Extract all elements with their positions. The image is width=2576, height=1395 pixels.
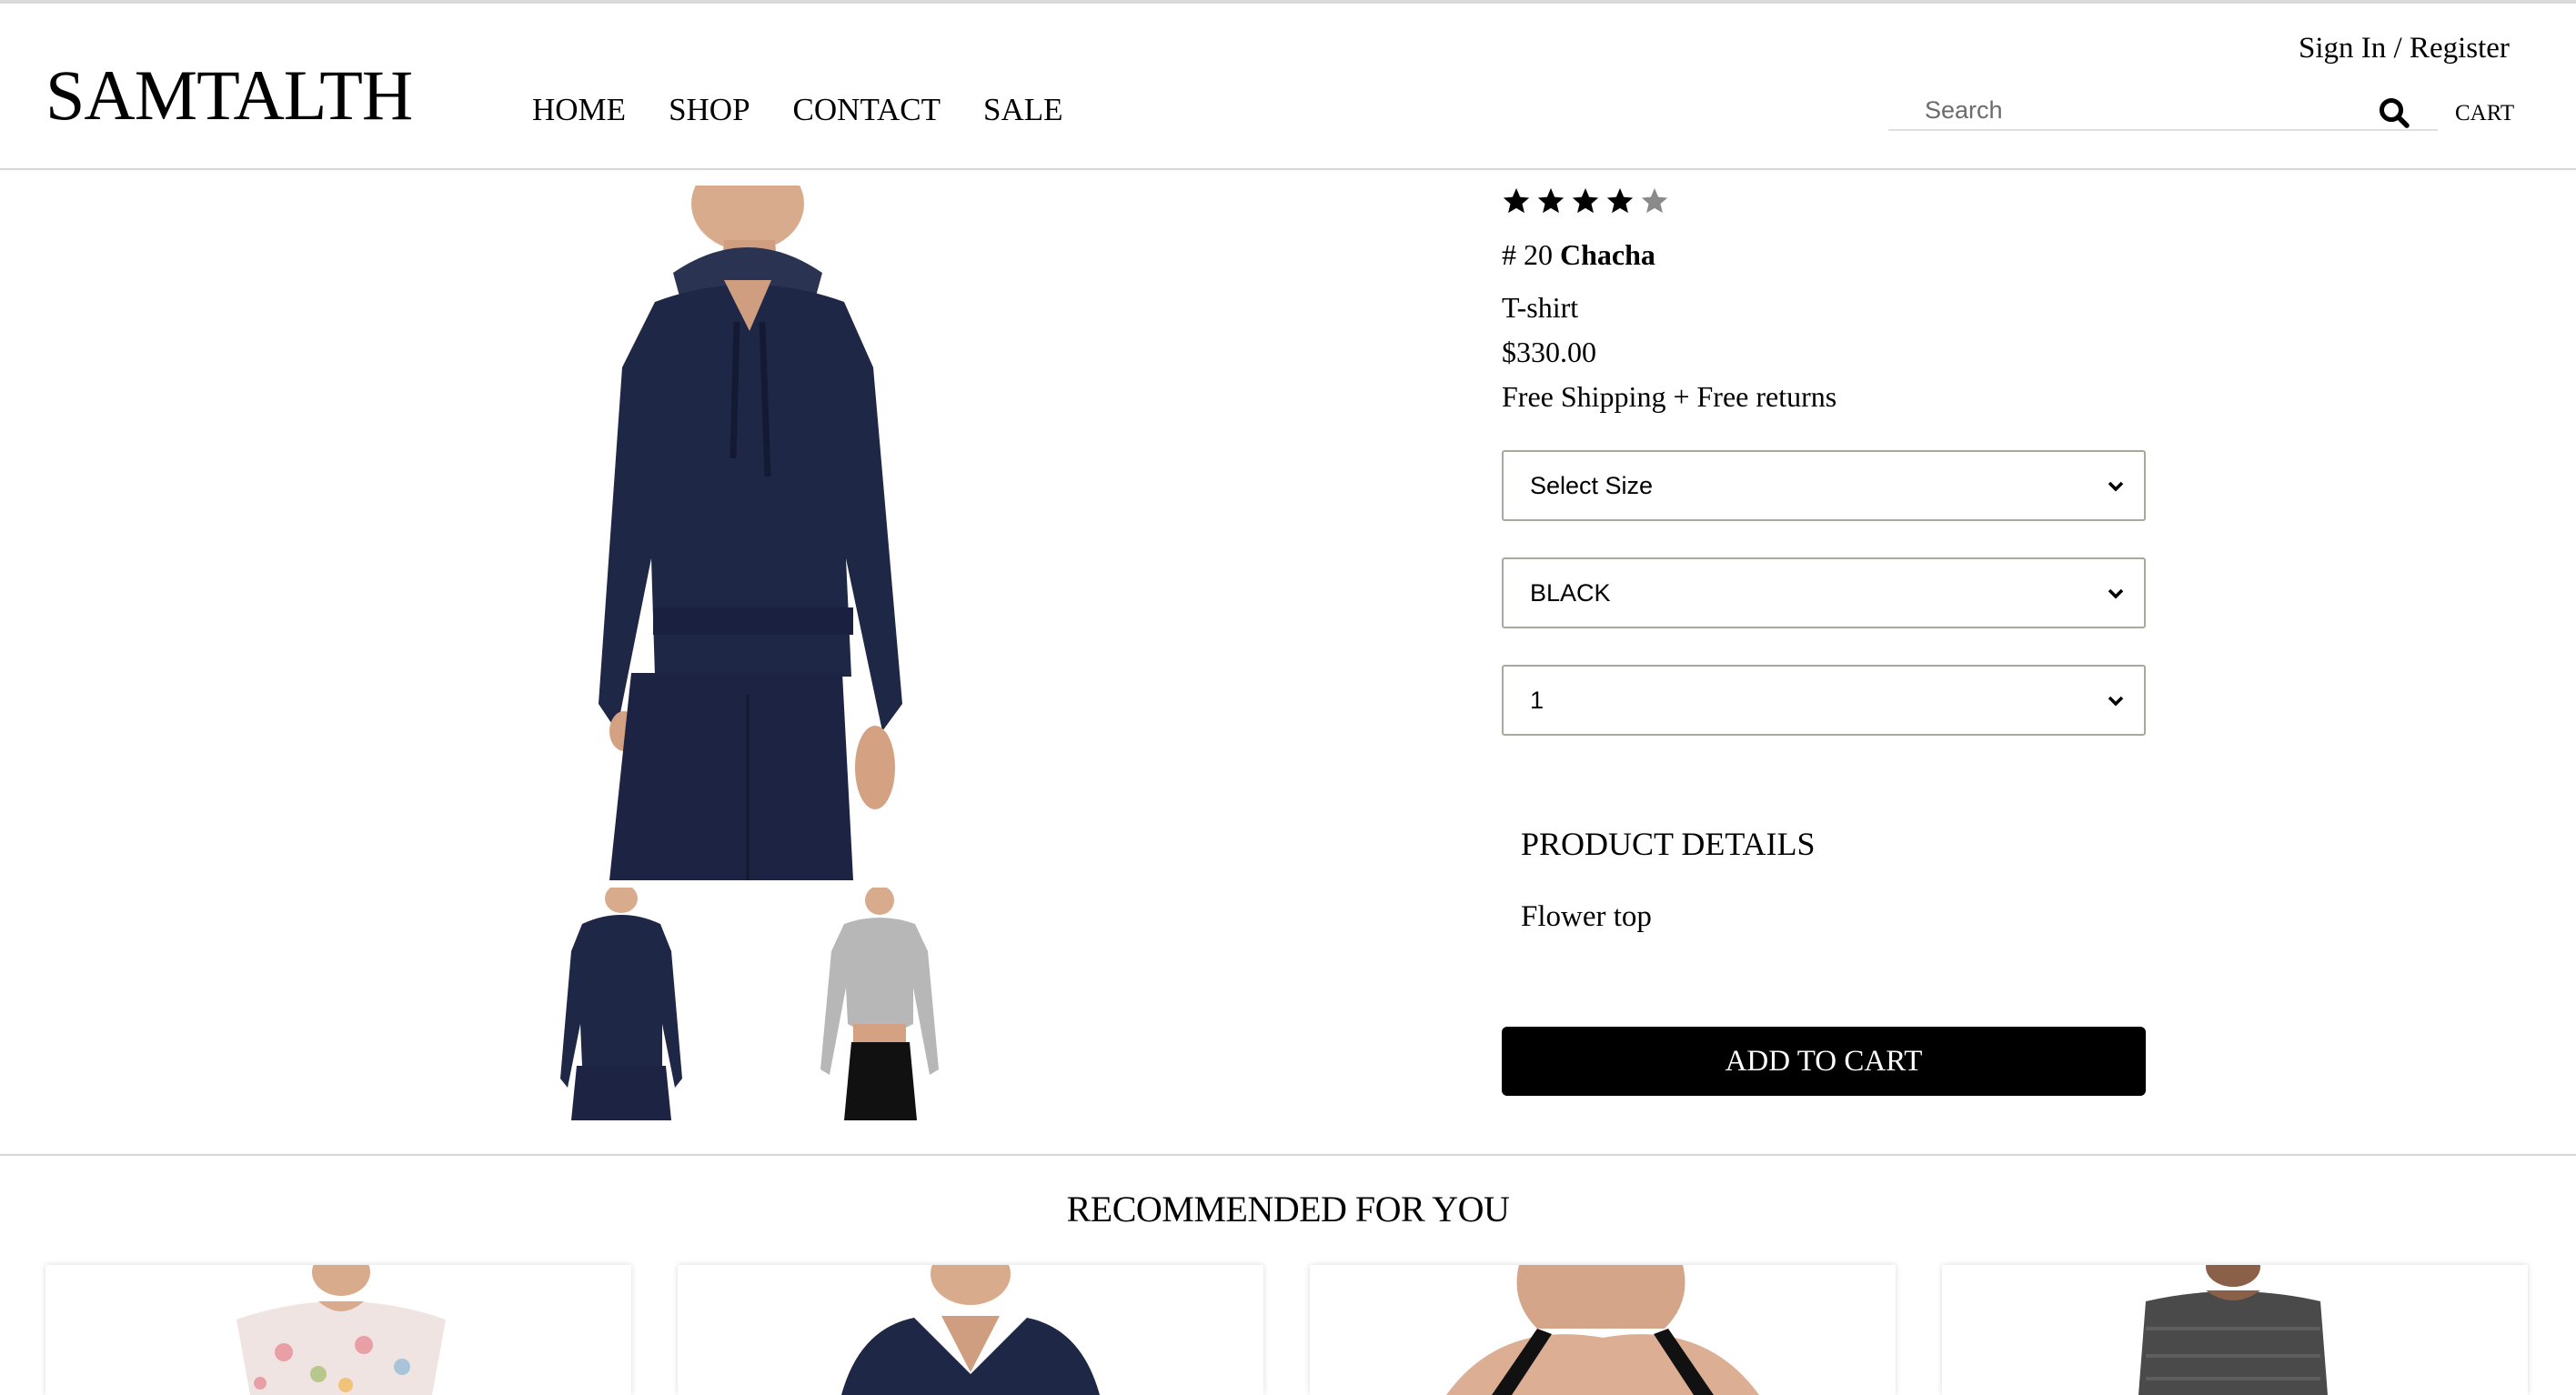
- product-main-image: [546, 186, 953, 880]
- shipping-info: Free Shipping + Free returns: [1502, 380, 1837, 413]
- size-select[interactable]: Select Size: [1502, 450, 2146, 521]
- recommended-product-card[interactable]: [1942, 1265, 2528, 1395]
- nav-contact[interactable]: CONTACT: [793, 94, 941, 125]
- chevron-down-icon: [2108, 588, 2124, 599]
- recommended-product-image: [2138, 1265, 2328, 1395]
- star-filled-icon: [1503, 187, 1530, 214]
- top-border: [0, 0, 2576, 4]
- header-divider: [0, 168, 2576, 170]
- add-to-cart-button[interactable]: ADD TO CART: [1502, 1027, 2146, 1096]
- section-divider: [0, 1154, 2576, 1156]
- size-select-value: Select Size: [1530, 472, 1654, 499]
- star-empty-icon: [1641, 187, 1668, 214]
- product-price: $330.00: [1502, 336, 1596, 368]
- product-id-name: # 20 Chacha: [1502, 240, 1655, 269]
- product-name: Chacha: [1560, 238, 1655, 271]
- signin-register-link[interactable]: Sign In / Register: [2299, 34, 2510, 64]
- nav-sale[interactable]: SALE: [983, 94, 1063, 125]
- main-nav: HOME SHOP CONTACT SALE: [532, 94, 1106, 125]
- cart-link[interactable]: CART: [2455, 102, 2514, 125]
- recommended-title: RECOMMENDED FOR YOU: [1066, 1189, 1510, 1229]
- recommended-product-card[interactable]: [1310, 1265, 1896, 1395]
- product-type: T-shirt: [1502, 291, 1579, 324]
- nav-home[interactable]: HOME: [532, 94, 626, 125]
- quantity-select[interactable]: 1: [1502, 665, 2146, 736]
- recommended-product-image: [841, 1265, 1100, 1395]
- product-thumbnail-grey[interactable]: [811, 888, 948, 1120]
- recommended-product-image: [1446, 1265, 1759, 1395]
- star-filled-icon: [1537, 187, 1565, 214]
- chevron-down-icon: [2108, 481, 2124, 492]
- star-filled-icon: [1572, 187, 1599, 214]
- quantity-select-value: 1: [1530, 687, 1545, 714]
- color-select[interactable]: BLACK: [1502, 557, 2146, 628]
- product-details-title: PRODUCT DETAILS: [1521, 826, 1816, 862]
- recommended-product-card[interactable]: [678, 1265, 1263, 1395]
- star-filled-icon: [1606, 187, 1634, 214]
- recommended-product-card[interactable]: [45, 1265, 631, 1395]
- recommended-product-image: [236, 1265, 446, 1395]
- product-details-text: Flower top: [1521, 900, 1652, 933]
- rating-stars: [1501, 186, 1670, 216]
- product-number: # 20: [1502, 238, 1553, 271]
- color-select-value: BLACK: [1530, 579, 1611, 607]
- chevron-down-icon: [2108, 696, 2124, 707]
- site-logo[interactable]: SAMTALTH: [45, 60, 413, 131]
- product-thumbnail-navy[interactable]: [549, 888, 693, 1120]
- nav-shop[interactable]: SHOP: [669, 94, 750, 125]
- search-icon[interactable]: [2378, 96, 2410, 129]
- search-input[interactable]: [1925, 95, 2380, 125]
- search-bar: [1888, 89, 2438, 131]
